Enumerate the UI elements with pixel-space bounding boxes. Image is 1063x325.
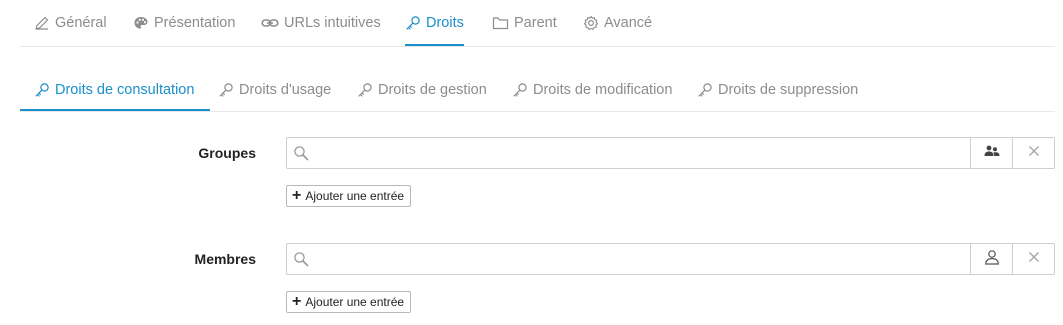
groups-label: Groupes — [198, 145, 256, 161]
search-icon — [287, 244, 315, 274]
tab-avance-label: Avancé — [604, 14, 653, 31]
search-icon — [287, 138, 315, 168]
tab-urls[interactable]: URLs intuitives — [261, 0, 381, 45]
tab-droits-modification[interactable]: Droits de modification — [512, 70, 672, 110]
pencil-icon — [34, 15, 50, 31]
key-icon — [512, 82, 528, 98]
key-icon — [357, 82, 373, 98]
tab-parent[interactable]: Parent — [492, 0, 557, 45]
select-groups-button[interactable] — [970, 138, 1012, 168]
tab-droits-gestion[interactable]: Droits de gestion — [357, 70, 487, 110]
key-icon — [405, 15, 421, 31]
link-icon — [261, 15, 279, 31]
members-search-box — [286, 243, 1055, 275]
close-icon — [1028, 144, 1040, 162]
select-members-button[interactable] — [970, 244, 1012, 274]
key-icon — [218, 82, 234, 98]
add-member-entry-label: Ajouter une entrée — [305, 295, 405, 309]
add-group-entry-label: Ajouter une entrée — [305, 189, 405, 203]
user-icon — [984, 249, 1000, 270]
clear-members-button[interactable] — [1012, 244, 1054, 274]
plus-icon: + — [292, 293, 302, 310]
key-icon — [697, 82, 713, 98]
plus-icon: + — [292, 187, 302, 204]
tab-droits-usage-label: Droits d'usage — [239, 82, 332, 98]
members-search-input[interactable] — [315, 244, 970, 274]
rights-tab-bar: Droits de consultation Droits d'usage Dr… — [20, 70, 1055, 112]
tab-general[interactable]: Général — [34, 0, 107, 45]
tab-droits-gestion-label: Droits de gestion — [378, 82, 487, 98]
users-group-icon — [983, 144, 1001, 163]
main-tab-bar: Général Présentation URLs intuitives Dro… — [20, 0, 1055, 47]
tab-droits-consultation[interactable]: Droits de consultation — [20, 70, 211, 111]
members-label: Membres — [194, 251, 256, 267]
gear-icon — [583, 15, 599, 31]
tab-droits[interactable]: Droits — [405, 0, 464, 46]
tab-presentation[interactable]: Présentation — [133, 0, 235, 45]
palette-icon — [133, 15, 149, 31]
tab-droits-suppression[interactable]: Droits de suppression — [697, 70, 858, 110]
groups-search-box — [286, 137, 1055, 169]
add-member-entry-button[interactable]: + Ajouter une entrée — [286, 291, 412, 313]
clear-groups-button[interactable] — [1012, 138, 1054, 168]
tab-general-label: Général — [55, 14, 107, 31]
tab-urls-label: URLs intuitives — [284, 14, 381, 31]
add-group-entry-button[interactable]: + Ajouter une entrée — [286, 185, 412, 207]
tab-droits-suppression-label: Droits de suppression — [718, 82, 859, 98]
tab-droits-consultation-label: Droits de consultation — [55, 82, 195, 98]
tab-presentation-label: Présentation — [154, 14, 236, 31]
folder-icon — [492, 15, 509, 31]
tab-droits-label: Droits — [426, 14, 464, 31]
key-icon — [34, 82, 50, 98]
tab-droits-usage[interactable]: Droits d'usage — [218, 70, 331, 110]
tab-droits-modification-label: Droits de modification — [533, 82, 673, 98]
close-icon — [1028, 250, 1040, 268]
tab-avance[interactable]: Avancé — [583, 0, 652, 45]
tab-parent-label: Parent — [514, 14, 557, 31]
groups-search-input[interactable] — [315, 138, 970, 168]
